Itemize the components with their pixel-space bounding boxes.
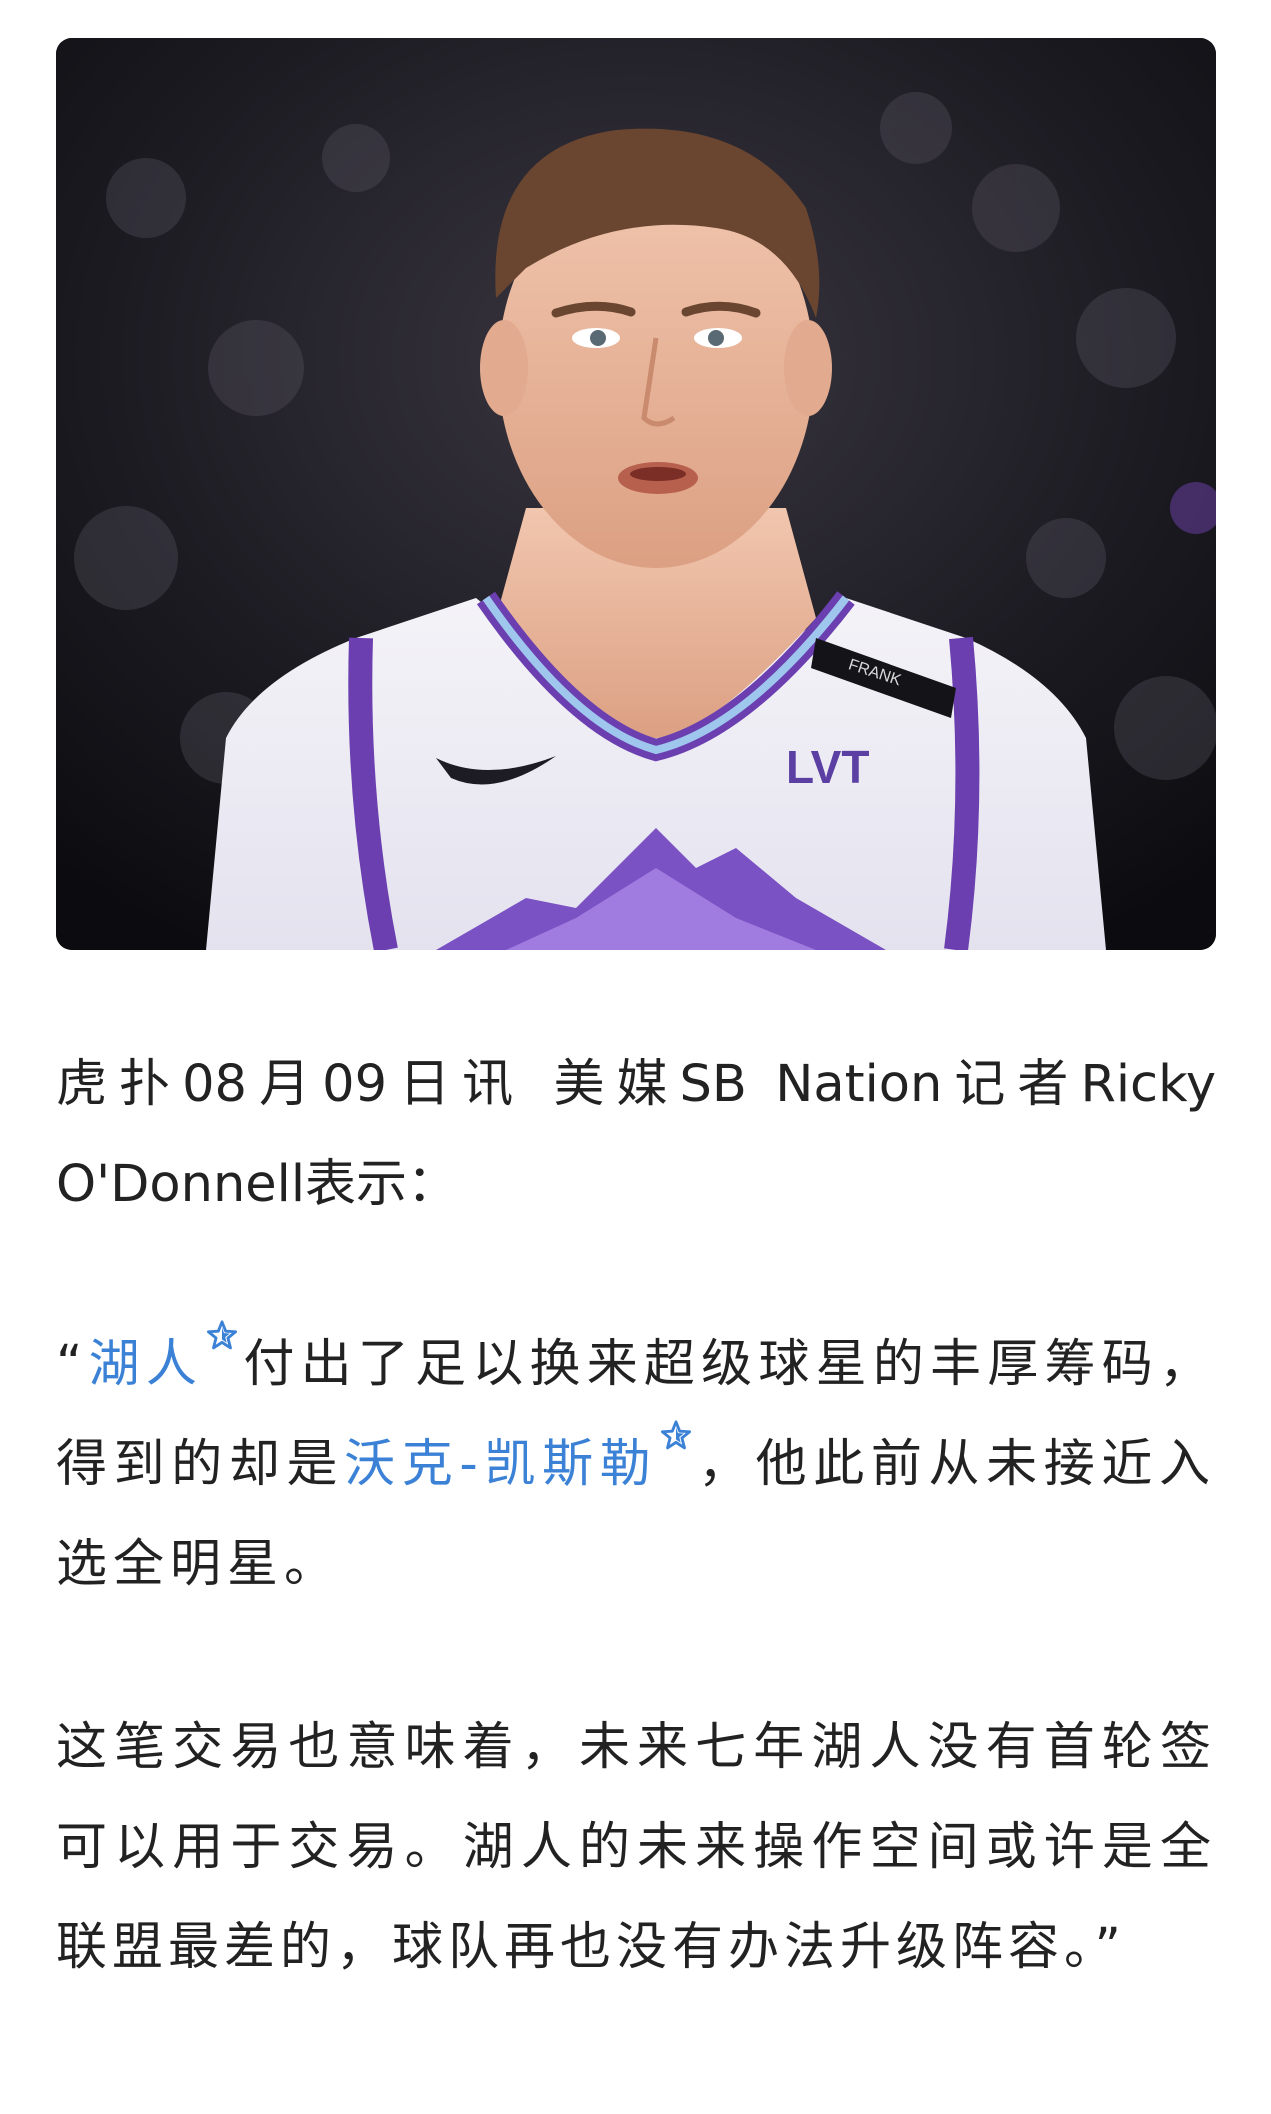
- player-link-kessler[interactable]: 沃克-凯斯勒: [344, 1435, 657, 1494]
- paragraph-intro: 虎扑08月09日讯 美媒SB Nation记者Ricky O'Donnell表示…: [56, 1055, 1216, 1214]
- jersey-logo: LVT: [786, 741, 869, 793]
- hero-image[interactable]: LVT FRANK: [56, 38, 1216, 950]
- team-link-lakers[interactable]: 湖人: [88, 1335, 203, 1394]
- paragraph-analysis: 这笔交易也意味着，未来七年湖人没有首轮签可以用于交易。湖人的未来操作空间或许是全…: [56, 1718, 1216, 1977]
- article: LVT FRANK 虎扑08月09日讯 美媒SB Nation记者Ricky O…: [0, 0, 1271, 2114]
- paragraph-quote: “湖人 付出了足以换来超级球星的丰厚筹码，得到的却是沃克-凯斯勒 ，他此前从未接近入…: [56, 1315, 1216, 1615]
- player-photo: LVT FRANK: [56, 38, 1216, 950]
- open-quote: “: [56, 1335, 89, 1394]
- star-icon: [661, 1420, 692, 1450]
- star-icon: [207, 1320, 238, 1350]
